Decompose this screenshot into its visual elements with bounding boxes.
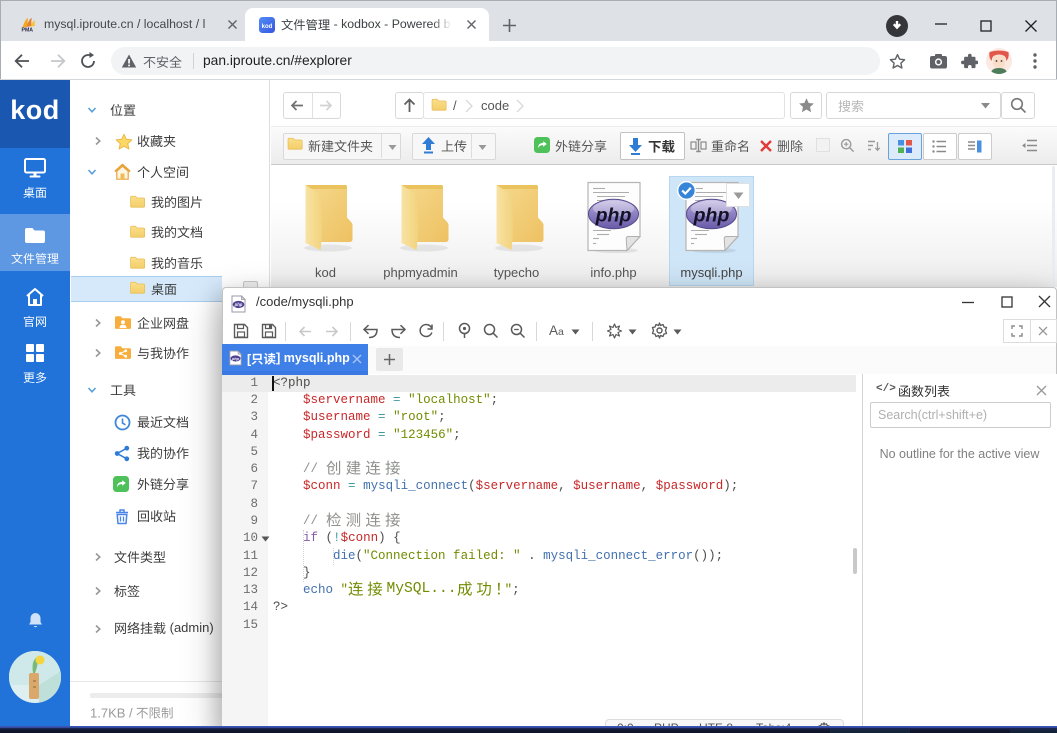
svg-text:php: php xyxy=(595,205,632,227)
svg-text:php: php xyxy=(231,357,239,361)
svg-text:PMA: PMA xyxy=(22,28,34,33)
svg-text:php: php xyxy=(234,302,243,307)
svg-text:kod: kod xyxy=(262,24,273,30)
svg-text:php: php xyxy=(693,205,730,227)
